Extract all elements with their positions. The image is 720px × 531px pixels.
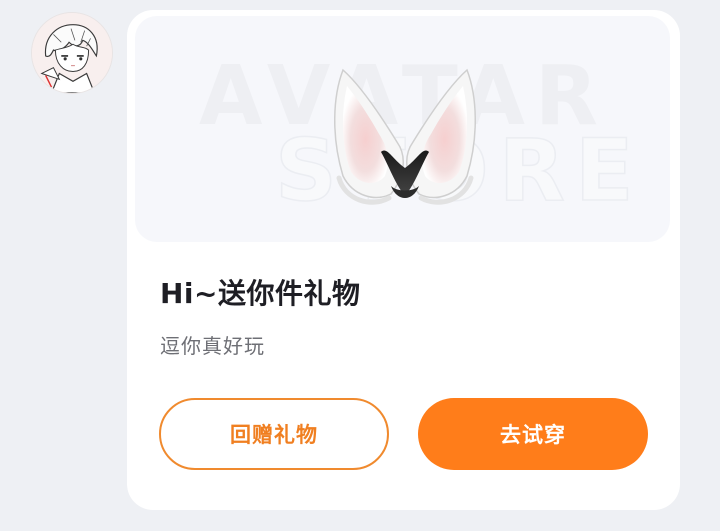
gift-title: Hi~送你件礼物 (160, 277, 361, 310)
item-preview[interactable]: AVATAR STORE (135, 16, 670, 242)
try-on-button[interactable]: 去试穿 (418, 398, 648, 470)
sender-avatar[interactable] (31, 12, 113, 94)
cat-ears-icon (334, 68, 476, 205)
anime-avatar-icon (32, 13, 112, 93)
gift-card: AVATAR STORE (127, 10, 680, 510)
gift-message: 逗你真好玩 (160, 334, 265, 358)
return-gift-button[interactable]: 回赠礼物 (159, 398, 389, 470)
